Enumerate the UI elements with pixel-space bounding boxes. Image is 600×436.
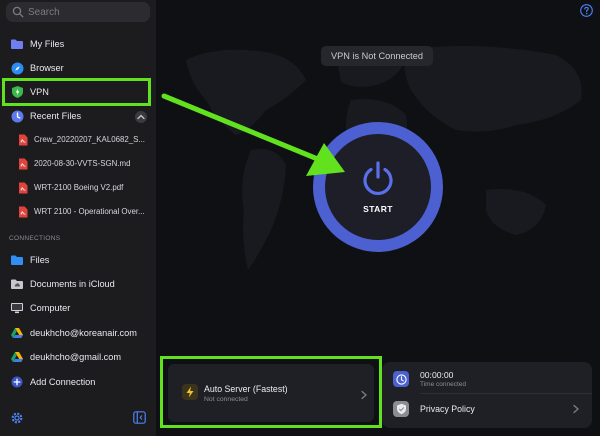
- sidebar: My Files Browser VPN Recent Files Crew_2…: [0, 0, 156, 436]
- file-name: 2020-08-30-VVTS-SGN.md: [34, 159, 131, 168]
- divider: [420, 393, 592, 394]
- time-connected-label: Time connected: [420, 381, 467, 388]
- start-button[interactable]: START: [313, 122, 443, 252]
- folder-icon: [10, 253, 24, 267]
- recent-file-item[interactable]: Crew_20220207_KAL0682_S...: [0, 129, 156, 151]
- start-label: START: [363, 204, 393, 214]
- clock-icon: [393, 371, 409, 387]
- sidebar-item-label: Documents in iCloud: [30, 279, 115, 289]
- start-button-inner: START: [325, 134, 431, 240]
- status-text: VPN is Not Connected: [331, 51, 423, 61]
- highlight-box-vpn: [2, 78, 151, 106]
- sidebar-item-label: Recent Files: [30, 111, 82, 121]
- compass-icon: [10, 61, 24, 75]
- sidebar-item-icloud[interactable]: Documents in iCloud: [0, 273, 156, 295]
- section-header-connections: CONNECTIONS: [9, 235, 61, 242]
- sidebar-item-google-drive-personal[interactable]: deukhcho@gmail.com: [0, 346, 156, 368]
- cloud-folder-icon: [10, 277, 24, 291]
- vpn-main-panel: VPN is Not Connected START Auto Server (…: [156, 0, 600, 436]
- clock-icon: [10, 109, 24, 123]
- file-name: Crew_20220207_KAL0682_S...: [34, 135, 145, 144]
- file-name: WRT-2100 Boeing V2.pdf: [34, 183, 124, 192]
- collapse-button[interactable]: [135, 111, 147, 123]
- sidebar-item-label: deukhcho@gmail.com: [30, 352, 122, 362]
- connection-status-badge: VPN is Not Connected: [321, 46, 433, 66]
- recent-file-item[interactable]: WRT 2100 - Operational Over...: [0, 201, 156, 223]
- recent-file-item[interactable]: 2020-08-30-VVTS-SGN.md: [0, 153, 156, 175]
- search-input[interactable]: [28, 6, 138, 18]
- chevron-up-icon: [137, 114, 145, 120]
- time-connected-value: 00:00:00: [420, 370, 454, 380]
- shield-check-icon: [393, 401, 409, 417]
- gear-icon[interactable]: [10, 411, 24, 425]
- privacy-policy-label: Privacy Policy: [420, 404, 475, 414]
- folder-icon: [10, 37, 24, 51]
- help-icon[interactable]: [580, 4, 593, 17]
- connection-info-card: 00:00:00 Time connected Privacy Policy: [382, 362, 592, 428]
- recent-file-item[interactable]: WRT-2100 Boeing V2.pdf: [0, 177, 156, 199]
- sidebar-item-label: Browser: [30, 63, 64, 73]
- pdf-file-icon: [19, 206, 28, 218]
- sidebar-item-label: Add Connection: [30, 377, 96, 387]
- search-bar[interactable]: [6, 2, 150, 22]
- google-drive-icon: [10, 350, 24, 364]
- file-name: WRT 2100 - Operational Over...: [34, 207, 145, 216]
- chevron-right-icon: [573, 404, 579, 414]
- search-icon: [12, 6, 24, 18]
- google-drive-icon: [10, 326, 24, 340]
- computer-icon: [10, 301, 24, 315]
- sidebar-item-label: My Files: [30, 39, 65, 49]
- sidebar-item-label: Files: [30, 255, 50, 265]
- sidebar-item-computer[interactable]: Computer: [0, 297, 156, 319]
- sidebar-item-google-drive-work[interactable]: deukhcho@koreanair.com: [0, 322, 156, 344]
- sidebar-item-label: Computer: [30, 303, 71, 313]
- sidebar-item-add-connection[interactable]: Add Connection: [0, 371, 156, 393]
- sidebar-item-my-files[interactable]: My Files: [0, 33, 156, 55]
- sidebar-item-files[interactable]: Files: [0, 249, 156, 271]
- sidebar-toggle-icon[interactable]: [133, 411, 146, 424]
- highlight-box-server: [160, 356, 382, 428]
- sidebar-item-label: deukhcho@koreanair.com: [30, 328, 137, 338]
- sidebar-item-browser[interactable]: Browser: [0, 57, 156, 79]
- power-icon: [363, 161, 393, 195]
- pdf-file-icon: [19, 134, 28, 146]
- pdf-file-icon: [19, 182, 28, 194]
- sidebar-item-recent-files[interactable]: Recent Files: [0, 105, 156, 127]
- pdf-file-icon: [19, 158, 28, 170]
- add-icon: [10, 375, 24, 389]
